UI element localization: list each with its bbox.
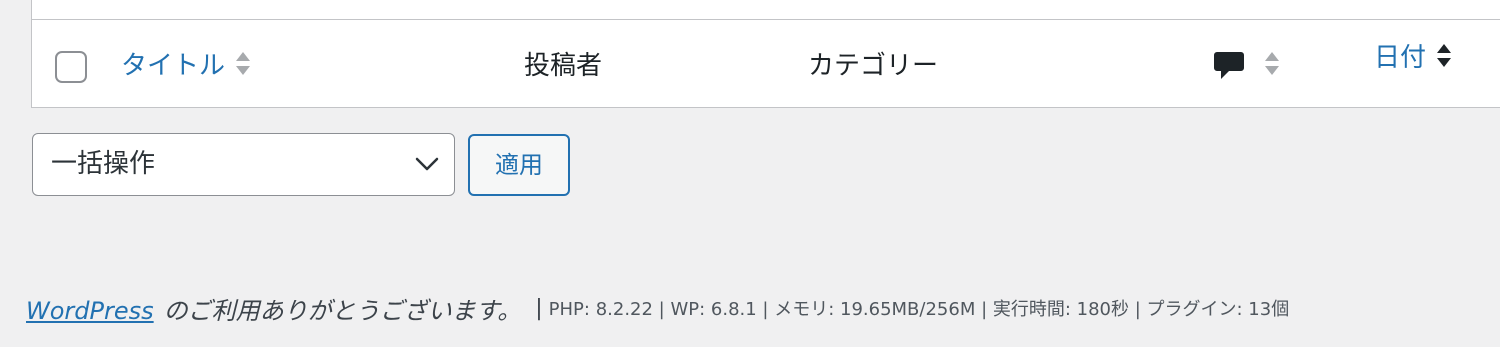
table-header-row: タイトル 投稿者 カテゴリー 日付 xyxy=(32,20,1500,107)
sort-icon[interactable] xyxy=(1264,49,1280,79)
sort-icon[interactable] xyxy=(235,49,251,79)
column-title-header[interactable]: タイトル xyxy=(121,20,251,107)
admin-footer: WordPress のご利用ありがとうございます。 | PHP: 8.2.22 |… xyxy=(26,288,1289,328)
server-info: PHP: 8.2.22 | WP: 6.8.1 | メモリ: 19.65MB/2… xyxy=(548,299,1290,320)
posts-table: タイトル 投稿者 カテゴリー 日付 xyxy=(31,0,1500,108)
column-categories-label: カテゴリー xyxy=(808,51,939,81)
column-title-label[interactable]: タイトル xyxy=(121,45,225,82)
posts-list-page: タイトル 投稿者 カテゴリー 日付 一括操作 適用 WordPress のご利用… xyxy=(0,0,1500,347)
bulk-actions-select[interactable]: 一括操作 xyxy=(32,133,455,196)
sort-icon[interactable] xyxy=(1436,41,1452,71)
comment-bubble-icon[interactable] xyxy=(1212,46,1246,82)
footer-thanks-text: のご利用ありがとうございます。 xyxy=(163,296,522,325)
bulk-actions-selected-value: 一括操作 xyxy=(51,149,156,179)
column-date-label[interactable]: 日付 xyxy=(1374,37,1426,74)
apply-button[interactable]: 適用 xyxy=(468,134,570,196)
column-comments-header[interactable] xyxy=(1212,20,1280,107)
table-top-row xyxy=(32,0,1500,20)
select-all-checkbox[interactable] xyxy=(55,51,87,83)
wordpress-link[interactable]: WordPress xyxy=(26,297,154,325)
column-author-header: 投稿者 xyxy=(524,20,602,107)
chevron-down-icon[interactable] xyxy=(414,154,440,174)
footer-separator: | xyxy=(535,295,543,321)
column-date-header[interactable]: 日付 xyxy=(1374,12,1452,99)
footer-thanks: WordPress のご利用ありがとうございます。 xyxy=(26,291,521,326)
column-author-label: 投稿者 xyxy=(524,51,603,81)
column-categories-header: カテゴリー xyxy=(808,20,938,107)
